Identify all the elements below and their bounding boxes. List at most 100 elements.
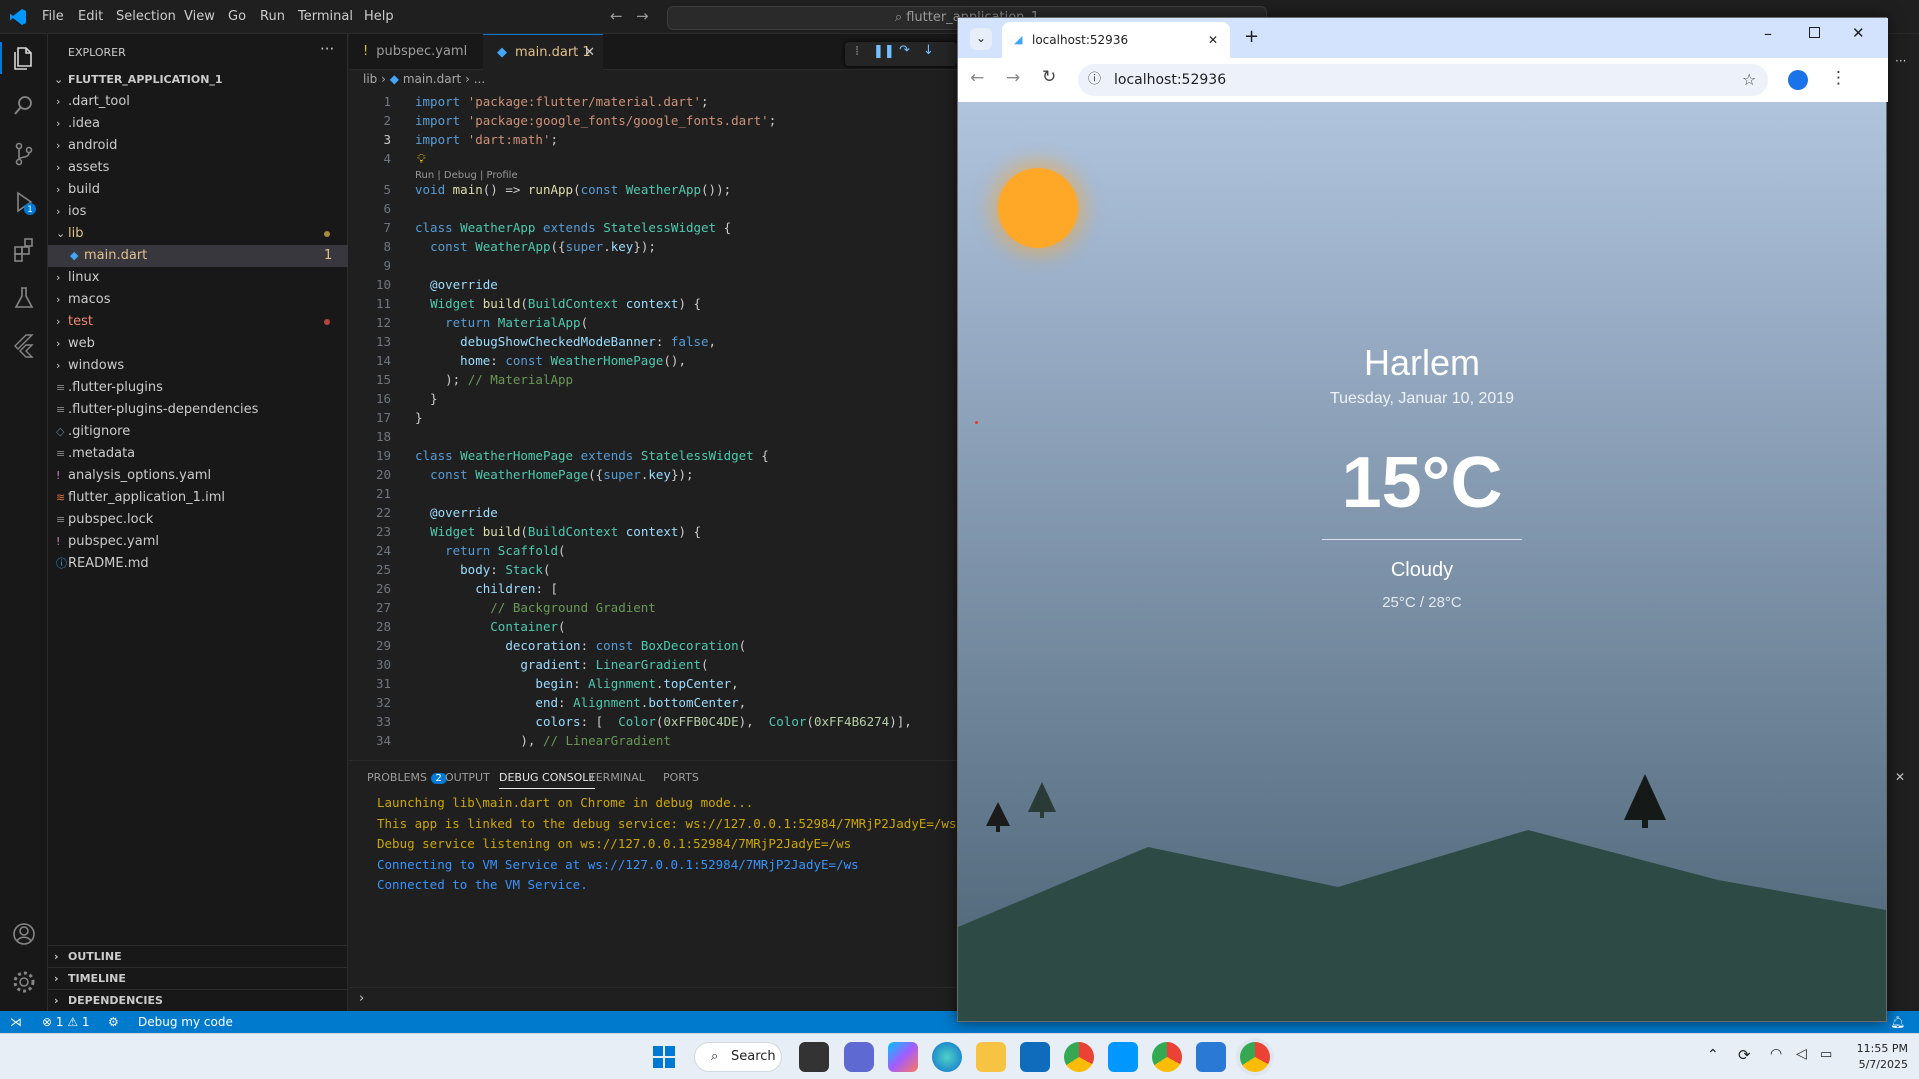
extensions-icon[interactable] bbox=[10, 236, 38, 264]
file-item[interactable]: ! pubspec.yaml bbox=[48, 531, 348, 553]
notifications-icon[interactable]: 🔔︎ bbox=[1890, 1011, 1905, 1033]
file-item[interactable]: ≡ .flutter-plugins-dependencies bbox=[48, 399, 348, 421]
pause-icon[interactable]: ❚❚ bbox=[873, 44, 895, 59]
bookmark-star-icon[interactable]: ☆ bbox=[1742, 64, 1756, 96]
file-item[interactable]: ≡ .metadata bbox=[48, 443, 348, 465]
new-tab-icon[interactable]: + bbox=[1244, 26, 1259, 47]
folder-item[interactable]: › android bbox=[48, 135, 348, 157]
nav-forward-icon[interactable]: → bbox=[636, 7, 649, 25]
close-tab-icon[interactable]: ✕ bbox=[1208, 22, 1218, 58]
file-item[interactable]: ≡ pubspec.lock bbox=[48, 509, 348, 531]
file-explorer-icon[interactable] bbox=[976, 1042, 1006, 1072]
forward-arrow-icon[interactable]: → bbox=[1006, 68, 1020, 88]
file-item[interactable]: ≋ flutter_application_1.iml bbox=[48, 487, 348, 509]
clock-time[interactable]: 11:55 PM bbox=[1852, 1042, 1908, 1055]
copilot-icon[interactable] bbox=[888, 1042, 918, 1072]
step-into-icon[interactable]: ↓ bbox=[923, 43, 934, 58]
menu-selection[interactable]: Selection bbox=[116, 9, 176, 24]
file-item[interactable]: ≡ .flutter-plugins bbox=[48, 377, 348, 399]
folder-item[interactable]: › .dart_tool bbox=[48, 91, 348, 113]
tab-terminal[interactable]: TERMINAL bbox=[589, 771, 645, 784]
sync-icon[interactable]: ⟳ bbox=[1738, 1046, 1751, 1064]
tab-search-icon[interactable]: ⌄ bbox=[970, 28, 992, 50]
menu-edit[interactable]: Edit bbox=[78, 9, 103, 24]
folder-item[interactable]: › ios bbox=[48, 201, 348, 223]
breadcrumb-file[interactable]: main.dart bbox=[403, 72, 461, 86]
section-dependencies[interactable]: › DEPENDENCIES bbox=[48, 989, 348, 1011]
remote-icon[interactable]: ⋊ bbox=[10, 1011, 22, 1033]
settings-gear-icon[interactable] bbox=[10, 968, 38, 996]
tab-main-dart[interactable]: ◆ main.dart 1 ✕ bbox=[483, 34, 603, 70]
testing-icon[interactable] bbox=[10, 284, 38, 312]
folder-item[interactable]: ⌄ lib bbox=[48, 223, 348, 245]
chrome-active-icon[interactable] bbox=[1240, 1042, 1270, 1072]
folder-item[interactable]: › macos bbox=[48, 289, 348, 311]
clock-date[interactable]: 5/7/2025 bbox=[1852, 1058, 1908, 1071]
breadcrumb-symbol[interactable]: ... bbox=[474, 72, 485, 86]
run-debug-icon[interactable]: 1 bbox=[10, 188, 38, 216]
folder-item[interactable]: › .idea bbox=[48, 113, 348, 135]
close-window-icon[interactable]: ✕ bbox=[1852, 24, 1865, 42]
file-item[interactable]: ! analysis_options.yaml bbox=[48, 465, 348, 487]
menu-view[interactable]: View bbox=[184, 9, 215, 24]
menu-go[interactable]: Go bbox=[228, 9, 246, 24]
folder-item[interactable]: › linux bbox=[48, 267, 348, 289]
minimize-icon[interactable]: – bbox=[1764, 24, 1772, 43]
account-icon[interactable] bbox=[10, 920, 38, 948]
chrome-menu-icon[interactable]: ⋮ bbox=[1830, 68, 1847, 88]
outlook-icon[interactable] bbox=[1020, 1042, 1050, 1072]
nav-back-icon[interactable]: ← bbox=[610, 7, 623, 25]
folder-item[interactable]: › build bbox=[48, 179, 348, 201]
menu-terminal[interactable]: Terminal bbox=[298, 9, 353, 24]
windows-start-icon[interactable] bbox=[653, 1046, 675, 1068]
folder-item[interactable]: › web bbox=[48, 333, 348, 355]
chrome-profile-icon[interactable] bbox=[1152, 1042, 1182, 1072]
folder-item[interactable]: › assets bbox=[48, 157, 348, 179]
tab-debug-console[interactable]: DEBUG CONSOLE bbox=[499, 771, 596, 789]
folder-item[interactable]: › test bbox=[48, 311, 348, 333]
menu-help[interactable]: Help bbox=[364, 9, 394, 24]
volume-icon[interactable]: ◁ bbox=[1796, 1046, 1807, 1062]
flutter-icon[interactable] bbox=[10, 332, 38, 360]
search-icon[interactable] bbox=[10, 92, 38, 120]
problems-status[interactable]: ⊗ 1 ⚠ 1 bbox=[42, 1011, 90, 1033]
project-root[interactable]: ⌄ FLUTTER_APPLICATION_1 bbox=[48, 69, 348, 91]
tab-pubspec[interactable]: ! pubspec.yaml bbox=[349, 34, 483, 70]
code-editor[interactable]: 1 import 'package:flutter/material.dart';… bbox=[349, 92, 957, 759]
profile-avatar-icon[interactable] bbox=[1788, 70, 1808, 90]
section-outline[interactable]: › OUTLINE bbox=[48, 945, 348, 967]
site-info-icon[interactable]: ⓘ bbox=[1088, 64, 1101, 96]
maximize-icon[interactable] bbox=[1809, 27, 1820, 38]
reload-icon[interactable]: ↻ bbox=[1042, 67, 1056, 87]
vscode-icon[interactable] bbox=[1108, 1042, 1138, 1072]
more-actions-icon[interactable]: ··· bbox=[320, 40, 334, 58]
chrome-icon[interactable] bbox=[1064, 1042, 1094, 1072]
taskbar-search[interactable]: ⌕ Search bbox=[694, 1042, 782, 1072]
breadcrumb-lib[interactable]: lib bbox=[363, 72, 377, 86]
close-panel-icon[interactable]: ✕ bbox=[1895, 770, 1905, 784]
menu-run[interactable]: Run bbox=[260, 9, 285, 24]
chevron-up-icon[interactable]: ⌃ bbox=[1707, 1047, 1719, 1063]
folder-item[interactable]: › windows bbox=[48, 355, 348, 377]
menu-file[interactable]: File bbox=[42, 9, 64, 24]
tab-output[interactable]: OUTPUT bbox=[445, 771, 490, 784]
task-view-icon[interactable] bbox=[799, 1042, 829, 1072]
section-timeline[interactable]: › TIMELINE bbox=[48, 967, 348, 989]
explorer-icon[interactable] bbox=[10, 44, 38, 72]
wifi-icon[interactable]: ◠ bbox=[1770, 1046, 1782, 1062]
step-over-icon[interactable]: ↷ bbox=[899, 43, 910, 58]
console-input-chevron-icon[interactable]: › bbox=[359, 991, 364, 1006]
file-item[interactable]: ⓘ README.md bbox=[48, 553, 348, 575]
drag-handle-icon[interactable]: ⁞ bbox=[855, 44, 859, 59]
more-actions-icon[interactable]: ··· bbox=[1895, 54, 1906, 68]
edge-icon[interactable] bbox=[932, 1042, 962, 1072]
battery-icon[interactable]: ▭ bbox=[1820, 1047, 1832, 1062]
app-icon[interactable] bbox=[1196, 1042, 1226, 1072]
app-icon[interactable] bbox=[844, 1042, 874, 1072]
browser-tab[interactable]: ◢ localhost:52936 ✕ bbox=[1002, 22, 1230, 58]
back-arrow-icon[interactable]: ← bbox=[970, 68, 984, 88]
file-item[interactable]: ◇ .gitignore bbox=[48, 421, 348, 443]
file-item[interactable]: ◆ main.dart 1 bbox=[48, 245, 348, 267]
source-control-icon[interactable] bbox=[10, 140, 38, 168]
tab-ports[interactable]: PORTS bbox=[663, 771, 699, 784]
